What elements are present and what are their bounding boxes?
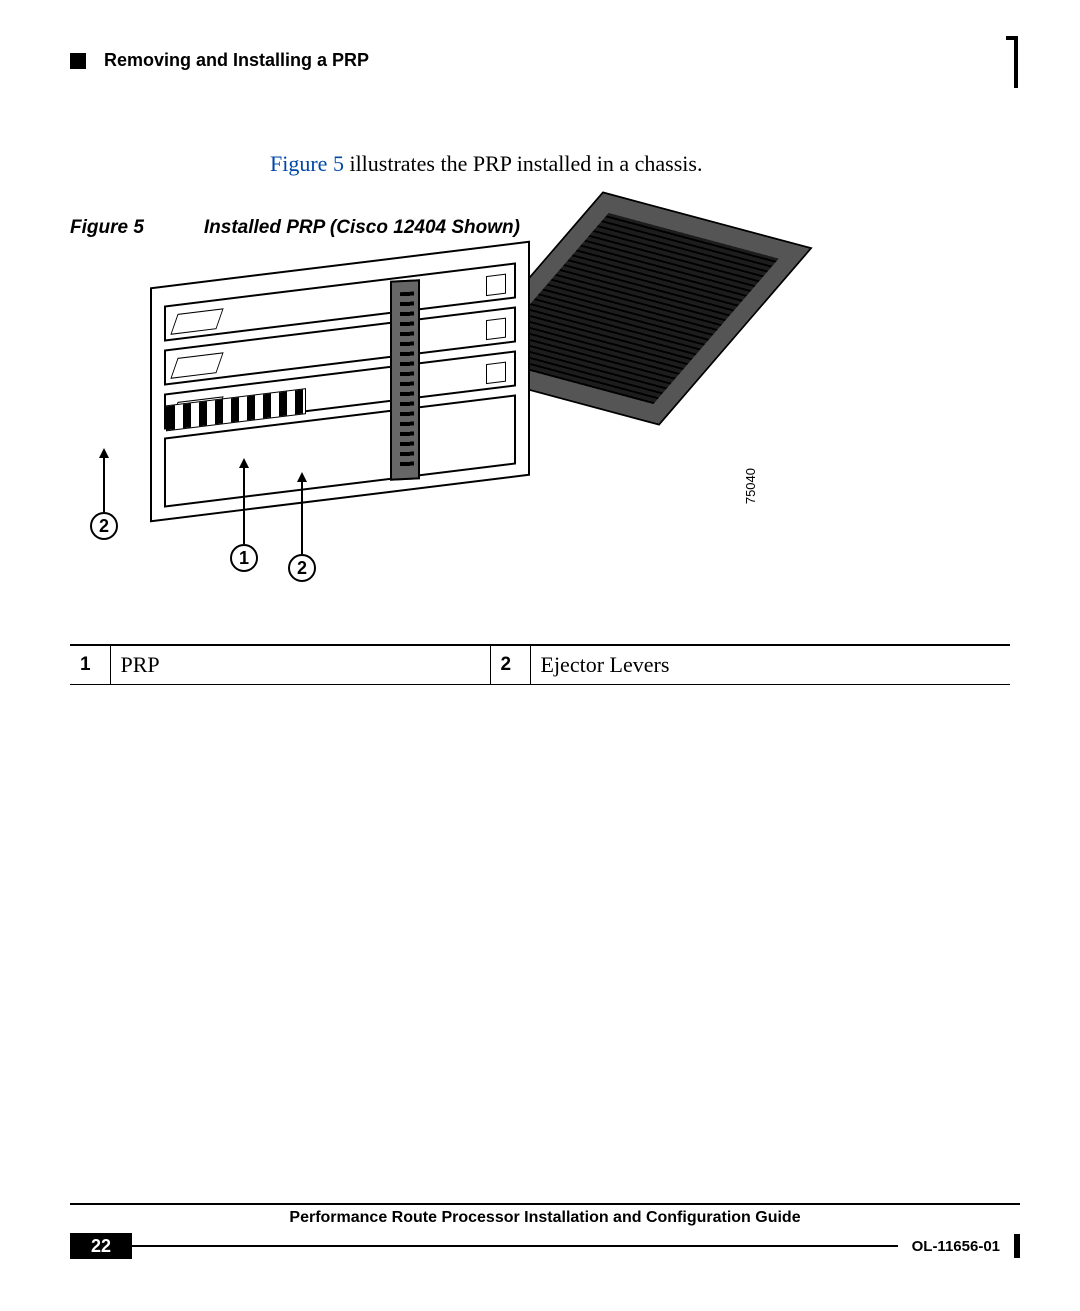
crop-mark-icon: [1006, 36, 1018, 88]
callout-number: 2: [99, 516, 109, 537]
document-id: OL-11656-01: [898, 1238, 1014, 1255]
figure-label: Figure 5: [70, 217, 144, 239]
callout-arrow-icon: [99, 448, 109, 458]
figure-illustration: 75040 2 1 2: [70, 264, 750, 594]
legend-number: 1: [70, 645, 110, 685]
crop-mark-icon: [1014, 1234, 1020, 1258]
figure-title: Installed PRP (Cisco 12404 Shown): [204, 217, 520, 239]
image-id-label: 75040: [743, 468, 758, 504]
callout-lead: [103, 456, 105, 512]
callout-lead: [243, 466, 245, 544]
figure-ref-link[interactable]: Figure 5: [270, 151, 344, 176]
callout-number: 2: [297, 558, 307, 579]
section-title: Removing and Installing a PRP: [104, 50, 369, 71]
chassis-front: [150, 241, 530, 523]
page-footer: Performance Route Processor Installation…: [70, 1203, 1020, 1261]
page-header: Removing and Installing a PRP: [70, 50, 1010, 71]
footer-rule: [132, 1245, 898, 1247]
legend-label: PRP: [110, 645, 490, 685]
header-bullet-icon: [70, 53, 86, 69]
mounting-strip: [390, 279, 420, 481]
figure-caption: Figure 5 Installed PRP (Cisco 12404 Show…: [70, 217, 1010, 239]
callout-bubble: 1: [230, 544, 258, 572]
page-number-badge: 22: [70, 1233, 132, 1259]
callout-arrow-icon: [297, 472, 307, 482]
callout-number: 1: [239, 548, 249, 569]
footer-rule: [70, 1203, 1020, 1205]
legend-label: Ejector Levers: [530, 645, 1010, 685]
footer-bottom-row: 22 OL-11656-01: [70, 1233, 1020, 1259]
legend-number: 2: [490, 645, 530, 685]
callout-legend-table: 1 PRP 2 Ejector Levers: [70, 644, 1010, 685]
footer-guide-title: Performance Route Processor Installation…: [70, 1209, 1020, 1233]
intro-paragraph: Figure 5 illustrates the PRP installed i…: [270, 151, 1010, 177]
intro-text: illustrates the PRP installed in a chass…: [344, 151, 703, 176]
callout-bubble: 2: [90, 512, 118, 540]
table-row: 1 PRP 2 Ejector Levers: [70, 645, 1010, 685]
callout-arrow-icon: [239, 458, 249, 468]
callout-bubble: 2: [288, 554, 316, 582]
callout-lead: [301, 480, 303, 554]
